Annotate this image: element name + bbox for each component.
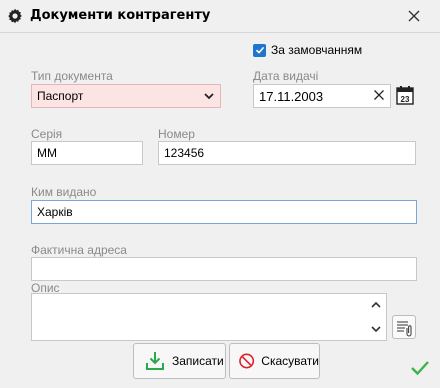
download-icon [146,352,164,370]
gear-icon [8,8,22,24]
address-label: Фактична адреса [31,243,127,257]
number-label: Номер [158,127,195,141]
number-value: 123456 [164,146,205,160]
scroll-up-icon[interactable] [371,301,381,308]
window-title: Документи контрагенту [30,8,211,23]
address-field[interactable] [31,257,417,281]
description-textarea[interactable] [31,293,387,341]
check-icon [411,361,429,376]
series-value: ММ [37,146,57,160]
issue-date-label: Дата видачі [253,69,319,83]
issued-by-label: Ким видано [31,185,97,199]
issue-date-value: 17.11.2003 [259,88,324,104]
doc-type-value: Паспорт [37,89,84,103]
save-button-label: Записати [172,354,224,368]
issued-by-field[interactable]: Харків [31,200,417,224]
series-label: Серія [31,127,63,141]
doc-type-select[interactable]: Паспорт [31,84,221,108]
number-field[interactable]: 123456 [158,141,416,165]
cancel-button-label: Скасувати [261,354,319,368]
scroll-down-icon[interactable] [371,326,381,333]
cancel-button[interactable]: Скасувати [229,343,320,379]
issue-date-field[interactable]: 17.11.2003 [253,84,391,108]
clear-icon[interactable] [373,89,385,101]
by-order-label: За замовчанням [271,43,363,57]
issued-by-value: Харків [37,205,73,219]
attach-button[interactable] [392,315,416,339]
chevron-down-icon[interactable] [204,92,214,100]
title-bar: Документи контрагенту [0,0,440,33]
series-field[interactable]: ММ [31,141,143,165]
close-icon[interactable] [404,6,424,26]
calendar-day-text: 23 [401,95,410,104]
by-order-checkbox[interactable]: За замовчанням [253,41,362,59]
save-button[interactable]: Записати [133,343,226,379]
doc-type-label: Тип документа [31,69,113,83]
attach-list-icon [397,321,412,337]
calendar-icon[interactable]: 23 [396,85,414,105]
cancel-icon [239,353,255,369]
checkbox-checked-icon[interactable] [253,43,266,57]
